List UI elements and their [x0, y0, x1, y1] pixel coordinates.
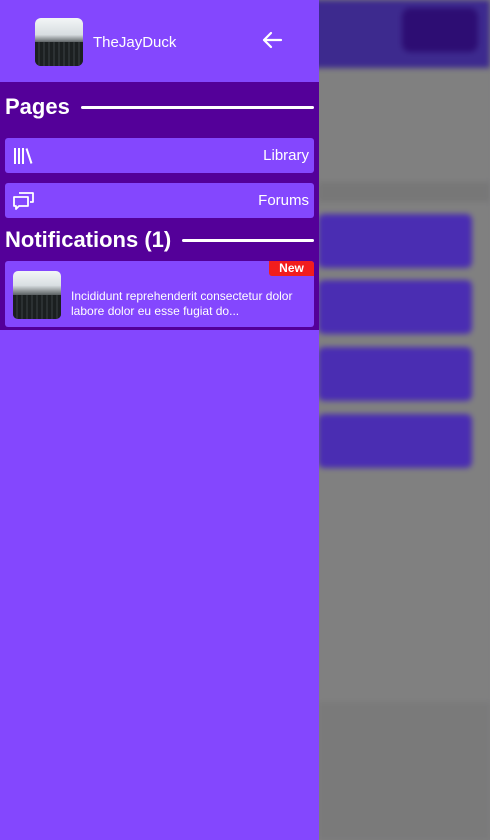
- pages-section: Pages Library Forums: [0, 82, 319, 218]
- background-topbar-button: [402, 8, 478, 52]
- nav-item-label: Forums: [258, 192, 309, 209]
- arrow-left-icon: [262, 31, 283, 49]
- background-card: [318, 414, 472, 468]
- new-badge: New: [269, 261, 314, 276]
- pages-heading: Pages: [5, 94, 314, 120]
- thumbnail-trees: [13, 295, 61, 319]
- notifications-heading: Notifications (1): [5, 227, 314, 253]
- background-card: [318, 280, 472, 334]
- avatar-trees: [35, 42, 83, 66]
- chat-bubbles-icon: [13, 191, 34, 210]
- pages-divider: [80, 105, 314, 109]
- background-card: [318, 347, 472, 401]
- books-icon: [14, 147, 33, 164]
- navigation-drawer: TheJayDuck Pages Library Forums Notifica…: [0, 0, 319, 840]
- notification-item[interactable]: Incididunt reprehenderit consectetur dol…: [5, 261, 314, 327]
- pages-title: Pages: [5, 94, 70, 119]
- background-footer: [318, 702, 490, 840]
- nav-item-forums[interactable]: Forums: [5, 183, 314, 218]
- profile-photo-icon[interactable]: [35, 18, 83, 66]
- nav-item-label: Library: [263, 147, 309, 164]
- username[interactable]: TheJayDuck: [93, 34, 176, 51]
- notification-text: Incididunt reprehenderit consectetur dol…: [71, 289, 293, 318]
- notifications-section: Notifications (1) Incididunt reprehender…: [0, 218, 319, 330]
- forest-thumbnail-icon: [13, 271, 61, 319]
- background-strip: [318, 182, 490, 202]
- background-card: [318, 214, 472, 268]
- nav-item-library[interactable]: Library: [5, 138, 314, 173]
- notifications-divider: [182, 238, 314, 242]
- drawer-header: TheJayDuck: [0, 0, 319, 82]
- back-button[interactable]: [256, 24, 288, 56]
- notifications-title: Notifications (1): [5, 227, 172, 252]
